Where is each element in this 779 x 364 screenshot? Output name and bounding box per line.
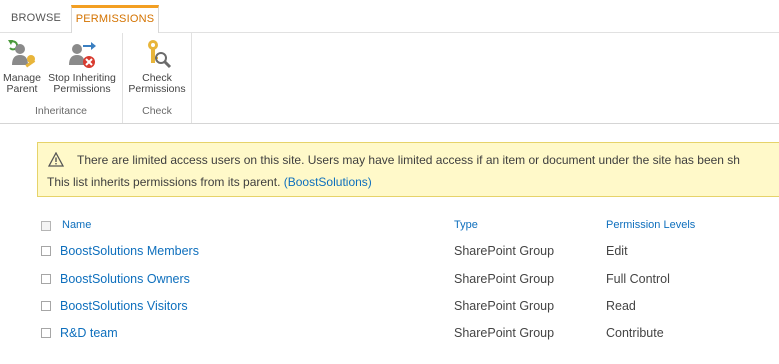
column-header-name[interactable]: Name xyxy=(62,219,91,231)
row-checkbox[interactable] xyxy=(41,301,51,311)
ribbon-tab-strip: BROWSE PERMISSIONS xyxy=(0,0,779,34)
group-type: SharePoint Group xyxy=(454,299,555,313)
permission-level: Edit xyxy=(606,244,628,258)
manage-parent-icon xyxy=(8,40,36,68)
ribbon: Manage Parent Stop Inheriting Permission… xyxy=(0,33,779,124)
group-name-link[interactable]: BoostSolutions Visitors xyxy=(60,299,188,313)
tab-browse[interactable]: BROWSE xyxy=(0,5,72,33)
column-header-type[interactable]: Type xyxy=(454,219,478,231)
manage-parent-button[interactable]: Manage Parent xyxy=(0,37,44,95)
inheritance-notice-text: This list inherits permissions from its … xyxy=(47,175,281,189)
warning-icon xyxy=(48,152,64,167)
check-permissions-button[interactable]: Check Permissions xyxy=(127,37,187,95)
group-name-link[interactable]: BoostSolutions Owners xyxy=(60,272,190,286)
column-header-permission-levels[interactable]: Permission Levels xyxy=(606,219,695,231)
select-all-checkbox[interactable] xyxy=(41,221,51,231)
table-row: BoostSolutions Owners SharePoint Group F… xyxy=(0,266,779,292)
ribbon-group-inheritance: Manage Parent Stop Inheriting Permission… xyxy=(0,33,123,123)
inheritance-group-label: Inheritance xyxy=(35,105,87,117)
manage-parent-label-2: Parent xyxy=(6,83,38,95)
table-row: BoostSolutions Visitors SharePoint Group… xyxy=(0,293,779,319)
permission-level: Contribute xyxy=(606,326,664,340)
group-type: SharePoint Group xyxy=(454,244,555,258)
tab-permissions[interactable]: PERMISSIONS xyxy=(71,5,159,34)
permission-level: Full Control xyxy=(606,272,670,286)
group-type: SharePoint Group xyxy=(454,326,555,340)
check-permissions-label-2: Permissions xyxy=(128,83,186,95)
group-type: SharePoint Group xyxy=(454,272,555,286)
stop-inheriting-icon xyxy=(69,42,96,68)
ribbon-group-check: Check Permissions Check xyxy=(123,33,192,123)
check-group-label: Check xyxy=(142,105,172,117)
inheritance-notice: This list inherits permissions from its … xyxy=(47,175,372,189)
table-header: Name Type Permission Levels xyxy=(0,212,779,238)
stop-inheriting-button[interactable]: Stop Inheriting Permissions xyxy=(44,37,120,95)
row-checkbox[interactable] xyxy=(41,274,51,284)
parent-site-link[interactable]: (BoostSolutions) xyxy=(284,175,372,189)
table-row: BoostSolutions Members SharePoint Group … xyxy=(0,238,779,264)
row-checkbox[interactable] xyxy=(41,328,51,338)
table-row: R&D team SharePoint Group Contribute xyxy=(0,320,779,346)
permission-level: Read xyxy=(606,299,636,313)
check-permissions-icon xyxy=(148,40,172,69)
warning-text: There are limited access users on this s… xyxy=(77,153,740,167)
group-name-link[interactable]: R&D team xyxy=(60,326,118,340)
limited-access-warning: There are limited access users on this s… xyxy=(37,142,779,197)
group-name-link[interactable]: BoostSolutions Members xyxy=(60,244,199,258)
stop-inheriting-label-2: Permissions xyxy=(53,83,111,95)
row-checkbox[interactable] xyxy=(41,246,51,256)
